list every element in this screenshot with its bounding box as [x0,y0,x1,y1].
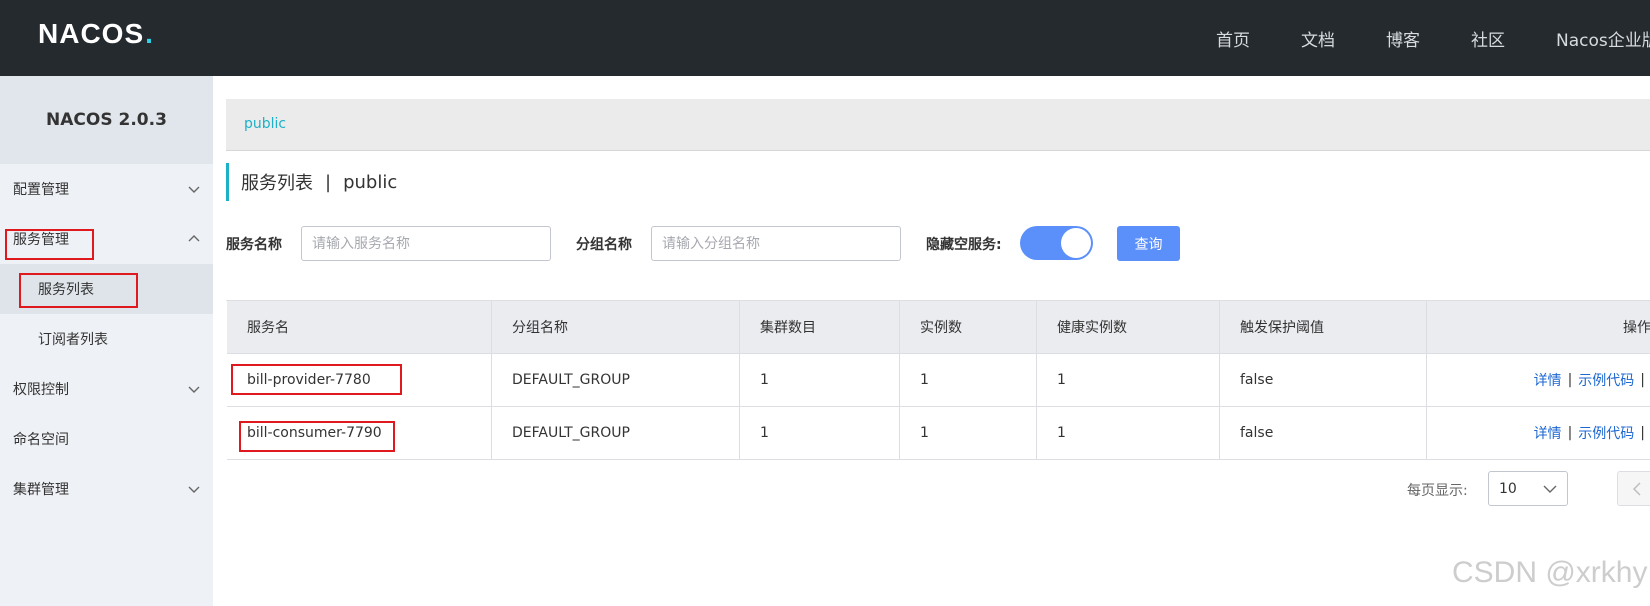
page-title: 服务列表 | public [226,163,397,201]
sidebar-item-config-management[interactable]: 配置管理 [0,164,213,214]
detail-link[interactable]: 详情 [1534,370,1562,390]
sidebar-item-access-control[interactable]: 权限控制 [0,364,213,414]
chevron-down-icon [1543,485,1557,493]
service-name-label: 服务名称 [226,237,282,253]
highlight-box-service-management [5,229,94,260]
nav-docs[interactable]: 文档 [1301,0,1335,76]
namespace-link-public[interactable]: public [244,116,286,132]
logo-text: NACOS [38,18,145,49]
page-title-namespace: public [343,171,398,193]
cell-instance-count: 1 [900,354,1037,406]
logo-dot: . [145,18,154,49]
op-separator: | [1640,425,1645,441]
toggle-knob [1061,228,1091,258]
nacos-logo[interactable]: NACOS. [38,18,154,50]
column-header-operations: 操作 [1623,320,1650,336]
sidebar-item-label: 命名空间 [13,432,69,448]
cell-operations: 详情 | 示例代码 | [1427,354,1650,406]
hide-empty-services-toggle[interactable] [1020,226,1093,260]
sidebar-item-namespace[interactable]: 命名空间 [0,414,213,464]
cell-group-name: DEFAULT_GROUP [492,354,740,406]
group-name-label: 分组名称 [576,237,632,253]
page-title-separator: | [325,171,332,193]
nav-enterprise[interactable]: Nacos企业版 [1556,0,1650,76]
column-header-service-name: 服务名 [227,301,492,353]
detail-link[interactable]: 详情 [1534,423,1562,443]
sidebar-item-label: 集群管理 [13,482,69,498]
highlight-box-service-list [19,273,138,308]
sample-code-link[interactable]: 示例代码 [1578,370,1634,390]
cell-instance-count: 1 [900,407,1037,459]
nav-home[interactable]: 首页 [1216,0,1250,76]
prev-page-button[interactable] [1617,471,1650,506]
cell-protect-threshold: false [1220,354,1427,406]
sidebar-item-label: 配置管理 [13,182,69,198]
sidebar: NACOS 2.0.3 配置管理 服务管理 服务列表 订阅者列表 权限控制 命名… [0,76,213,606]
cell-cluster-count: 1 [740,407,900,459]
page-size-label: 每页显示: [1407,483,1468,499]
chevron-down-icon [188,186,200,193]
top-navbar: NACOS. 首页 文档 博客 社区 Nacos企业版 [0,0,1650,76]
op-separator: | [1640,372,1645,388]
nav-blog[interactable]: 博客 [1386,0,1420,76]
csdn-watermark: CSDN @xrkhy [1452,556,1648,589]
cell-healthy-count: 1 [1037,354,1220,406]
namespace-bar: public [226,99,1650,151]
group-name-input[interactable] [651,226,901,261]
cell-protect-threshold: false [1220,407,1427,459]
column-header-group-name: 分组名称 [492,301,740,353]
table-header-row: 服务名 分组名称 集群数目 实例数 健康实例数 触发保护阈值 操作 [227,301,1650,354]
op-separator: | [1567,425,1573,441]
chevron-up-icon [188,235,200,242]
page-size-value: 10 [1499,480,1517,497]
op-separator: | [1567,372,1573,388]
version-title: NACOS 2.0.3 [0,76,213,164]
cell-cluster-count: 1 [740,354,900,406]
cell-operations: 详情 | 示例代码 | [1427,407,1650,459]
cell-group-name: DEFAULT_GROUP [492,407,740,459]
page-title-text: 服务列表 [241,173,313,194]
sidebar-item-label: 权限控制 [13,382,69,398]
sidebar-item-label: 订阅者列表 [38,332,108,348]
hide-empty-services-label: 隐藏空服务: [926,237,1002,253]
query-button[interactable]: 查询 [1117,226,1180,261]
cell-service-name: bill-consumer-7790 [227,407,492,459]
service-table: 服务名 分组名称 集群数目 实例数 健康实例数 触发保护阈值 操作 bill-p… [226,300,1650,460]
cell-healthy-count: 1 [1037,407,1220,459]
page-size-select[interactable]: 10 [1488,471,1568,506]
column-header-cluster-count: 集群数目 [740,301,900,353]
cell-service-name: bill-provider-7780 [227,354,492,406]
sidebar-item-cluster-management[interactable]: 集群管理 [0,464,213,514]
chevron-down-icon [188,486,200,493]
chevron-left-icon [1633,482,1641,496]
sample-code-link[interactable]: 示例代码 [1578,423,1634,443]
service-name-input[interactable] [301,226,551,261]
sidebar-item-subscriber-list[interactable]: 订阅者列表 [0,314,213,364]
chevron-down-icon [188,386,200,393]
column-header-protect-threshold: 触发保护阈值 [1220,301,1427,353]
table-row: bill-provider-7780 DEFAULT_GROUP 1 1 1 f… [227,354,1650,407]
column-header-healthy-instance-count: 健康实例数 [1037,301,1220,353]
nav-community[interactable]: 社区 [1471,0,1505,76]
table-row: bill-consumer-7790 DEFAULT_GROUP 1 1 1 f… [227,407,1650,460]
column-header-instance-count: 实例数 [900,301,1037,353]
